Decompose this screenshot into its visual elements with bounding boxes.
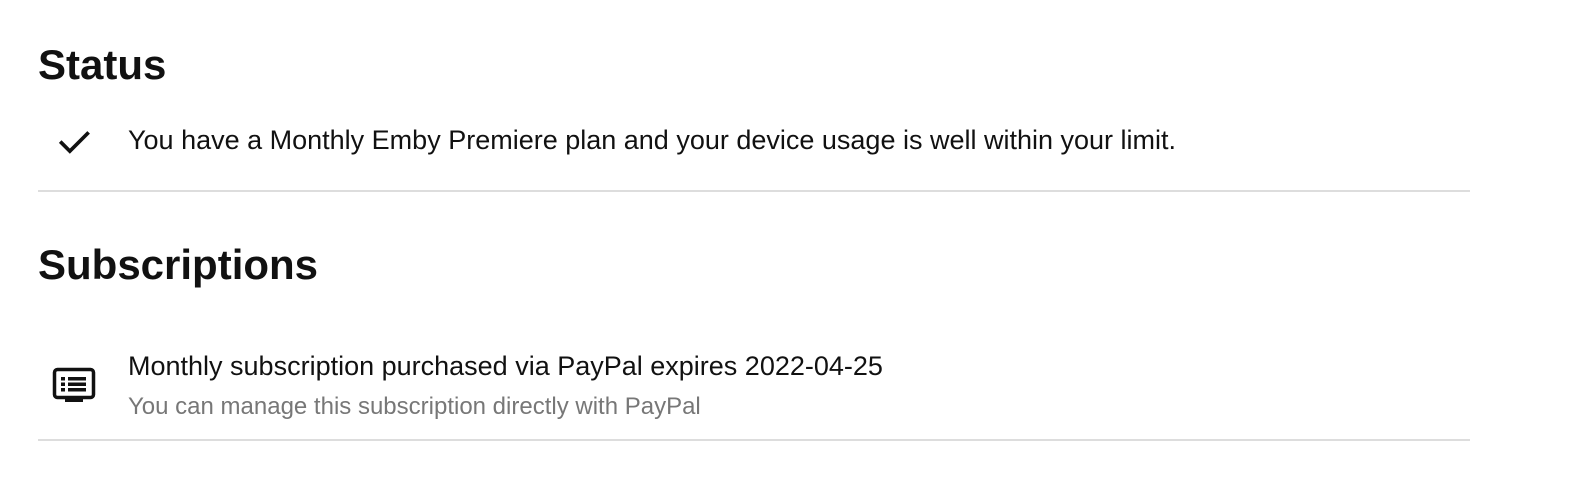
subscription-subtitle: You can manage this subscription directl… (128, 393, 701, 420)
status-heading: Status (38, 41, 167, 88)
subscriptions-heading: Subscriptions (38, 241, 319, 288)
subscription-divider (38, 439, 1470, 441)
check-icon (52, 120, 96, 164)
premiere-status-page: Status You have a Monthly Emby Premiere … (0, 0, 1594, 496)
subscription-title: Monthly subscription purchased via PayPa… (128, 351, 883, 381)
status-divider (38, 190, 1470, 192)
status-message: You have a Monthly Emby Premiere plan an… (128, 125, 1177, 155)
subscription-list-icon (52, 364, 96, 408)
